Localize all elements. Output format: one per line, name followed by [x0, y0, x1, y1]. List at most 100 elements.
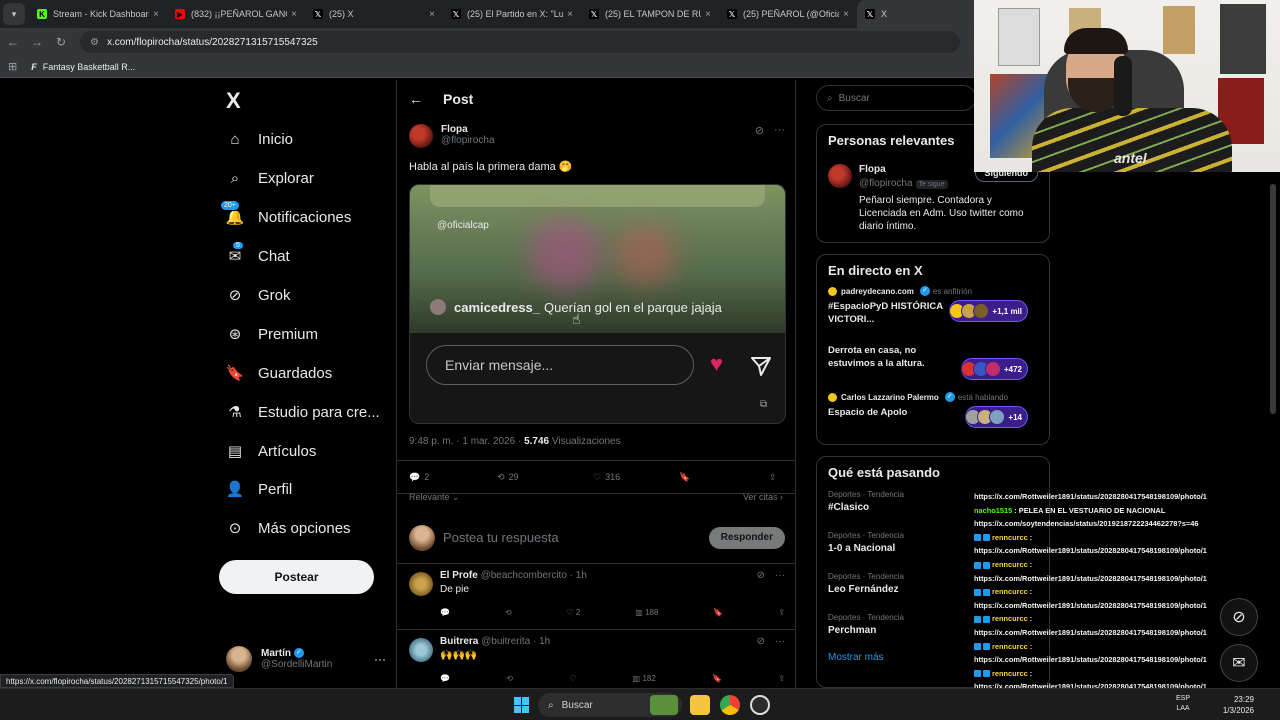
nav-item-m-s-opciones[interactable]: ⊙ Más opciones	[226, 513, 351, 543]
nav-item-notificaciones[interactable]: 🔔 20+ Notificaciones	[220, 200, 351, 232]
forward-icon[interactable]: →	[26, 35, 48, 49]
tab-search-icon[interactable]: ▾	[3, 3, 25, 25]
nav-item-inicio[interactable]: ⌂ Inicio	[226, 124, 293, 154]
close-icon[interactable]: ×	[153, 9, 159, 20]
nav-item-guardados[interactable]: 🔖 Guardados	[226, 358, 333, 388]
reply-action[interactable]: 💬	[440, 674, 450, 683]
scrollbar[interactable]	[1270, 172, 1276, 682]
reply-post[interactable]: El Profe @beachcombercito · 1h De pie ⊘ ···…	[397, 564, 795, 630]
grok-fab-icon[interactable]: ⊘	[1220, 598, 1258, 636]
reply-post[interactable]: Buitrera @buitrerita · 1h 🙌🙌🙌 ⊘ ··· 💬 ⟲ ♡ ▥ …	[397, 630, 795, 690]
nav-item-grok[interactable]: ⊘ Grok	[226, 280, 291, 310]
captions-icon[interactable]: ⧉	[760, 399, 767, 410]
reply-action[interactable]: 💬 2	[409, 472, 497, 483]
browser-tab[interactable]: 𝕏 (25) El Partido en X: "Luca ×	[443, 0, 581, 28]
messages-fab-icon[interactable]: ✉	[1220, 644, 1258, 682]
avatar[interactable]	[409, 638, 433, 662]
url-field[interactable]: ⚙ x.com/flopirocha/status/20282713157155…	[80, 31, 960, 53]
listeners-pill[interactable]: +14	[965, 406, 1028, 428]
windows-start-icon[interactable]	[514, 697, 530, 713]
author-handle[interactable]: @flopirocha	[441, 135, 495, 146]
reply-author[interactable]: Buitrera	[440, 636, 478, 647]
heart-icon[interactable]: ♥	[710, 353, 723, 375]
bookmark-action[interactable]: 🔖	[679, 472, 769, 483]
nav-item-explorar[interactable]: ⌕ Explorar	[226, 163, 314, 193]
reply-action[interactable]: 💬	[440, 608, 450, 617]
nav-item-perfil[interactable]: 👤 Perfil	[226, 474, 293, 504]
avatar[interactable]	[828, 164, 852, 188]
post-time[interactable]: 9:48 p. m. · 1 mar. 2026 ·	[409, 436, 524, 447]
more-icon[interactable]: ···	[775, 570, 785, 581]
nav-item-premium[interactable]: ⊛ Premium	[226, 319, 318, 349]
chrome-icon[interactable]	[720, 695, 740, 715]
close-icon[interactable]: ×	[429, 9, 435, 20]
browser-tab[interactable]: 𝕏 (25) PEÑAROL (@OficialC ×	[719, 0, 857, 28]
listeners-pill[interactable]: +1,1 mil	[949, 300, 1028, 322]
apps-grid-icon[interactable]: ⊞	[8, 60, 17, 73]
scrollbar-thumb[interactable]	[1270, 184, 1276, 414]
bookmark-fantasy[interactable]: Fantasy Basketball R...	[43, 62, 136, 72]
grok-icon[interactable]: ⊘	[757, 570, 765, 581]
x-logo-icon[interactable]: X	[226, 88, 241, 114]
back-arrow-icon[interactable]: ←	[409, 91, 423, 107]
relevant-user[interactable]: Flopa @flopirocha Te sigue Siguiendo Peña…	[828, 164, 1038, 234]
live-space[interactable]: Carlos Lazzarino Palermo ✓ está hablando Es…	[828, 392, 1038, 442]
browser-tab[interactable]: 𝕏 (25) X ×	[305, 0, 443, 28]
close-icon[interactable]: ×	[843, 9, 849, 20]
repost-action[interactable]: ⟲ 29	[497, 472, 593, 483]
share-action[interactable]: ⇪	[778, 674, 785, 683]
share-action[interactable]: ⇪	[769, 472, 777, 483]
more-icon[interactable]: ···	[374, 652, 386, 666]
video-frame[interactable]: @oficialcap camicedress_ Querían gol en …	[410, 185, 785, 333]
account-switcher[interactable]: Martín ✓ @SordelliMartin ···	[226, 642, 386, 676]
share-action[interactable]: ⇪	[778, 608, 785, 617]
avatar[interactable]	[409, 572, 433, 596]
like-action[interactable]: ♡ 2	[567, 608, 581, 617]
relevant-user-name[interactable]: Flopa	[859, 164, 886, 175]
grok-icon[interactable]: ⊘	[757, 636, 765, 647]
more-icon[interactable]: ···	[775, 636, 785, 647]
sort-dropdown[interactable]: Relevante ⌄	[409, 492, 460, 503]
reply-button[interactable]: Responder	[708, 526, 785, 549]
quotes-link[interactable]: Ver citas ›	[743, 492, 783, 502]
repost-action[interactable]: ⟲	[505, 608, 512, 617]
grok-icon[interactable]: ⊘	[755, 124, 764, 154]
repost-action[interactable]: ⟲	[506, 674, 513, 683]
live-space[interactable]: Derrota en casa, no estuvimos a la altur…	[828, 344, 1038, 384]
search-input[interactable]: ⌕ Buscar	[816, 85, 976, 111]
nav-item-art-culos[interactable]: ▤ Artículos	[226, 436, 316, 466]
close-icon[interactable]: ×	[705, 9, 711, 20]
author-name[interactable]: Flopa	[441, 124, 495, 135]
site-info-icon[interactable]: ⚙	[90, 37, 99, 48]
bookmark-action[interactable]: 🔖	[713, 608, 723, 617]
send-icon[interactable]	[750, 355, 772, 380]
close-icon[interactable]: ×	[291, 9, 297, 20]
live-space[interactable]: padreydecano.com ✓ es anfitrión #EspacioPyD…	[828, 286, 1038, 336]
file-explorer-icon[interactable]	[690, 695, 710, 715]
obs-icon[interactable]	[750, 695, 770, 715]
post-media[interactable]: @oficialcap camicedress_ Querían gol en …	[409, 184, 786, 424]
reply-input[interactable]: Postea tu respuesta	[443, 530, 559, 545]
author-avatar[interactable]	[409, 124, 433, 148]
nav-item-chat[interactable]: ✉ 5 Chat	[226, 241, 290, 271]
browser-tab[interactable]: ▶ (832) ¡¡PEÑAROL GANÓ ×	[167, 0, 305, 28]
post-button[interactable]: Postear	[219, 560, 374, 594]
browser-tab[interactable]: 𝕏 (25) EL TAMPON DE RUGBY ×	[581, 0, 719, 28]
back-icon[interactable]: ←	[2, 35, 24, 49]
like-action[interactable]: ♡ 316	[593, 472, 679, 483]
keyboard-language[interactable]: ESP LAA	[1176, 694, 1190, 714]
browser-tab[interactable]: K Stream - Kick Dashboard ×	[29, 0, 167, 28]
like-action[interactable]: ♡	[569, 674, 576, 683]
bookmark-action[interactable]: 🔖	[712, 674, 722, 683]
views-action[interactable]: ▥ 182	[633, 674, 656, 683]
more-icon[interactable]: ···	[774, 124, 785, 154]
clock[interactable]: 23:29 1/3/2026	[1223, 694, 1254, 716]
reply-author[interactable]: El Profe	[440, 570, 478, 581]
close-icon[interactable]: ×	[567, 9, 573, 20]
views-action[interactable]: ▥ 188	[635, 608, 658, 617]
nav-item-estudio-para-cre[interactable]: ⚗ Estudio para cre...	[226, 397, 379, 427]
reload-icon[interactable]: ↻	[50, 35, 72, 49]
message-input[interactable]: Enviar mensaje...	[426, 345, 694, 385]
widgets-icon[interactable]	[650, 695, 678, 715]
listeners-pill[interactable]: +472	[960, 358, 1028, 380]
